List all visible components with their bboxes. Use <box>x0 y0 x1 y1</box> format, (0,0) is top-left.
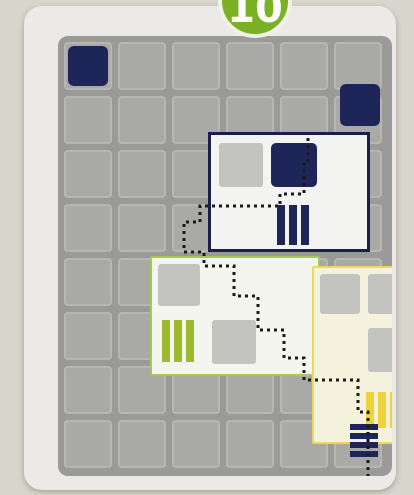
puzzle-card: 10 <box>24 0 396 490</box>
level-badge: 10 <box>218 0 292 38</box>
route-dotted-line <box>182 138 370 476</box>
route-path <box>182 138 370 476</box>
game-board <box>58 36 392 476</box>
